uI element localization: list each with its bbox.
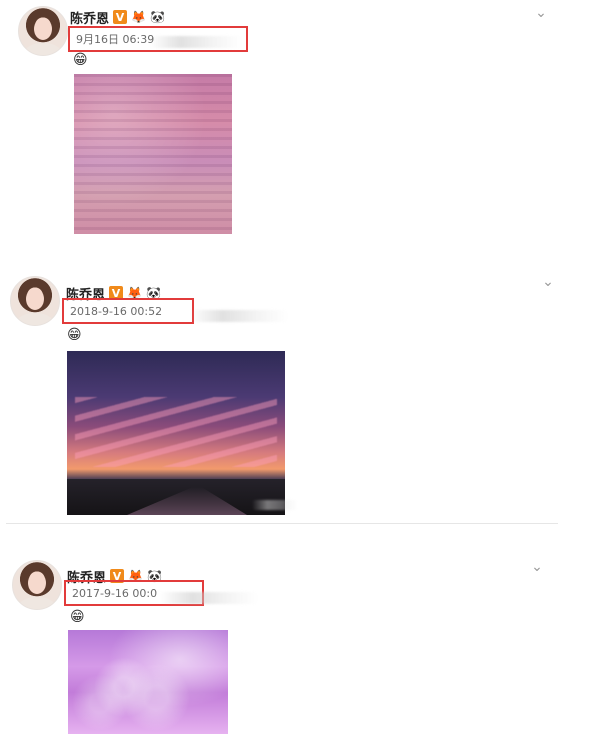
fox-badge-icon: 🦊 <box>131 10 146 24</box>
chevron-down-icon[interactable]: ⌄ <box>534 6 548 20</box>
timestamp[interactable]: 2018-9-16 00:52 <box>62 298 194 324</box>
avatar-face <box>28 572 46 594</box>
avatar-shoulder <box>17 313 53 325</box>
chevron-down-icon[interactable]: ⌄ <box>530 560 544 574</box>
avatar-shoulder <box>19 597 55 609</box>
post-meta: 2018-9-16 00:52 <box>62 298 194 324</box>
avatar[interactable] <box>18 6 68 56</box>
verified-badge: V <box>113 10 128 24</box>
panda-badge-icon: 🐼 <box>149 10 165 24</box>
timestamp-text: 2018-9-16 00:52 <box>70 304 163 318</box>
source-blurred <box>160 592 258 604</box>
avatar[interactable] <box>12 560 62 610</box>
source-blurred <box>150 36 242 48</box>
timestamp-text: 9月16日 06:39 <box>76 33 155 46</box>
post-image[interactable] <box>68 630 228 734</box>
avatar-face <box>26 288 44 310</box>
post-image[interactable] <box>74 74 232 234</box>
user-row: 陈乔恩 V 🦊 🐼 <box>70 7 165 27</box>
cloud-streaks <box>75 397 277 467</box>
sticker-emoji: 😁 <box>67 327 82 343</box>
sticker-emoji: 😁 <box>73 52 88 68</box>
sticker-emoji: 😁 <box>70 609 85 625</box>
watermark-blurred <box>252 500 298 510</box>
post-divider <box>6 523 558 524</box>
post-image[interactable] <box>67 351 285 515</box>
avatar[interactable] <box>10 276 60 326</box>
username[interactable]: 陈乔恩 <box>70 8 109 27</box>
timestamp-text: 2017-9-16 00:0 <box>72 586 158 600</box>
chevron-down-icon[interactable]: ⌄ <box>541 275 555 289</box>
avatar-face <box>34 18 52 40</box>
avatar-shoulder <box>25 43 61 55</box>
source-blurred <box>190 310 288 322</box>
